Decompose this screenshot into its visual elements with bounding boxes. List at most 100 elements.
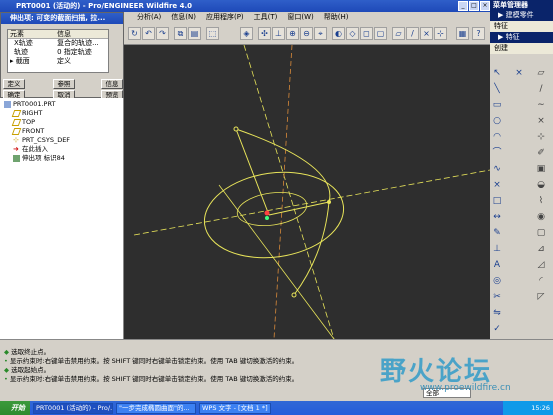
table-row[interactable]: 轨迹 0 指定轨迹 <box>8 48 108 57</box>
context-help-icon[interactable]: ? <box>472 27 485 40</box>
insert-arrow-icon: ➜ <box>13 144 19 153</box>
message-line: • 显示约束时:右键单击禁用约束。按 SHIFT 键同时右键单击锁定约束。使用 … <box>4 357 299 365</box>
menu-info[interactable]: 信息(N) <box>171 12 196 23</box>
redo-icon[interactable]: ↷ <box>156 27 169 40</box>
rib-tool-icon[interactable]: ⊿ <box>534 243 548 256</box>
wireframe-icon[interactable]: ◇ <box>346 27 359 40</box>
text-icon[interactable]: A <box>490 259 504 272</box>
done-check-icon[interactable]: ✓ <box>490 323 504 336</box>
datum-plane-icon[interactable]: ▱ <box>392 27 405 40</box>
watermark-url: www.proewildfire.cn <box>420 383 511 393</box>
sweep-tool-icon[interactable]: ⌇ <box>534 195 548 208</box>
round-tool-icon[interactable]: ◜ <box>534 275 548 288</box>
vertex-point <box>233 126 239 132</box>
datum-plane-icon <box>11 109 22 117</box>
constraint-icon[interactable]: ⊥ <box>490 243 504 256</box>
menu-applications[interactable]: 应用程序(P) <box>206 12 244 23</box>
minimize-icon[interactable]: _ <box>458 1 468 11</box>
arc-icon[interactable]: ◠ <box>490 131 504 144</box>
point-tool-icon[interactable]: × <box>534 115 548 128</box>
datum-plane-icon <box>11 118 22 126</box>
select-arrow-icon[interactable]: ↖ <box>490 67 504 80</box>
clock: 15:26 <box>531 404 550 412</box>
zoom-out-icon[interactable]: ⊖ <box>300 27 313 40</box>
regenerate-icon[interactable]: ↻ <box>128 27 141 40</box>
tree-root[interactable]: PRT0001.PRT <box>4 100 55 108</box>
close-icon[interactable]: × <box>480 1 490 11</box>
menu-analysis[interactable]: 分析(A) <box>137 12 161 23</box>
point-icon[interactable]: × <box>490 179 504 192</box>
sketch-tool-icon[interactable]: ✐ <box>534 147 548 160</box>
table-row[interactable]: ▸ 截面 定义 <box>8 57 108 66</box>
axis-tool-icon[interactable]: / <box>534 83 548 96</box>
dialog-title: 伸出项: 可变的截面扫描, 拉... <box>1 13 123 24</box>
csys-tool-icon[interactable]: ⊹ <box>534 131 548 144</box>
define-button[interactable]: 定义 <box>3 79 25 89</box>
spline-icon[interactable]: ∿ <box>490 163 504 176</box>
mirror-icon[interactable]: ⇋ <box>490 307 504 320</box>
start-button[interactable]: 开始 <box>0 401 30 415</box>
task-browser[interactable]: "一步完成椭圆曲面"的... <box>116 402 196 414</box>
task-proe[interactable]: PRT0001 (活动的) - Pro/... <box>33 402 113 414</box>
revolve-tool-icon[interactable]: ◒ <box>534 179 548 192</box>
datum-point-icon[interactable]: × <box>420 27 433 40</box>
paste-icon[interactable]: ▤ <box>188 27 201 40</box>
menu-window[interactable]: 窗口(W) <box>287 12 313 23</box>
menu-feature-header: 特征 <box>490 21 553 32</box>
tree-item-protrusion[interactable]: 伸出项 标识84 <box>13 154 65 162</box>
select-box-icon[interactable]: ⬚ <box>206 27 219 40</box>
shell-tool-icon[interactable]: ▢ <box>534 227 548 240</box>
graphics-canvas[interactable] <box>124 44 491 340</box>
layers-icon[interactable]: ▦ <box>456 27 469 40</box>
menu-tools[interactable]: 工具(T) <box>254 12 278 23</box>
col-element: 元素 <box>10 30 24 38</box>
menu-feature[interactable]: ▶ 特征 <box>490 32 553 43</box>
table-row[interactable]: X轨迹 复合的轨迹... <box>8 39 108 48</box>
csys-icon[interactable]: ⊹ <box>434 27 447 40</box>
datum-plane-icon <box>11 127 22 135</box>
rectangle-icon[interactable]: ▭ <box>490 99 504 112</box>
menu-create[interactable]: 创建 <box>490 43 553 54</box>
palette-icon[interactable]: ◎ <box>490 275 504 288</box>
constraint-display-icon[interactable]: ⊥ <box>272 27 285 40</box>
modify-icon[interactable]: ✎ <box>490 227 504 240</box>
circle-icon[interactable]: ○ <box>490 115 504 128</box>
chamfer-tool-icon[interactable]: ◸ <box>534 291 548 304</box>
close-icon[interactable]: × <box>512 67 526 80</box>
dimension-icon[interactable]: ↔ <box>490 211 504 224</box>
refit-icon[interactable]: ⌖ <box>314 27 327 40</box>
sketch-view-icon[interactable]: ◈ <box>240 27 253 40</box>
menu-part-modeling[interactable]: ▶ 建模零件 <box>490 10 553 21</box>
curve-tool-icon[interactable]: ∼ <box>534 99 548 112</box>
tree-item-top[interactable]: TOP <box>11 118 35 126</box>
use-edge-icon[interactable]: □ <box>490 195 504 208</box>
tree-item-front[interactable]: FRONT <box>11 127 44 135</box>
maximize-icon[interactable]: □ <box>469 1 479 11</box>
extrude-tool-icon[interactable]: ▣ <box>534 163 548 176</box>
no-hidden-icon[interactable]: ▢ <box>374 27 387 40</box>
tree-item-csys[interactable]: ⊹ PRT_CSYS_DEF <box>13 136 70 144</box>
undo-icon[interactable]: ↶ <box>142 27 155 40</box>
copy-icon[interactable]: ⧉ <box>174 27 187 40</box>
datum-display-icon[interactable]: ✣ <box>258 27 271 40</box>
table-header: 元素 信息 <box>8 30 108 39</box>
menu-help[interactable]: 帮助(H) <box>324 12 349 23</box>
section-line <box>235 128 270 216</box>
datum-tool-icon[interactable]: ▱ <box>534 67 548 80</box>
hole-tool-icon[interactable]: ◉ <box>534 211 548 224</box>
shading-icon[interactable]: ◐ <box>332 27 345 40</box>
datum-axis-icon[interactable]: / <box>406 27 419 40</box>
sketch-toolbar: ↖ × ╲ ▭ ○ ◠ ⌒ ∿ × □ ↔ ✎ ⊥ A ◎ ✂ ⇋ ✓ ▱ / … <box>490 61 553 344</box>
zoom-in-icon[interactable]: ⊕ <box>286 27 299 40</box>
trim-icon[interactable]: ✂ <box>490 291 504 304</box>
hidden-line-icon[interactable]: ◻ <box>360 27 373 40</box>
info-button[interactable]: 信息 <box>101 79 123 89</box>
tree-item-insert-here[interactable]: ➜ 在此插入 <box>13 145 48 153</box>
fillet-icon[interactable]: ⌒ <box>490 147 504 160</box>
tree-item-right[interactable]: RIGHT <box>11 109 42 117</box>
model-tree: PRT0001.PRT RIGHT TOP FRONT ⊹ PRT_CSYS_DE… <box>0 98 124 339</box>
task-wps[interactable]: WPS 文字 - [文档 1 *] <box>199 402 271 414</box>
line-icon[interactable]: ╲ <box>490 83 504 96</box>
refs-button[interactable]: 参照 <box>53 79 75 89</box>
draft-tool-icon[interactable]: ◿ <box>534 259 548 272</box>
